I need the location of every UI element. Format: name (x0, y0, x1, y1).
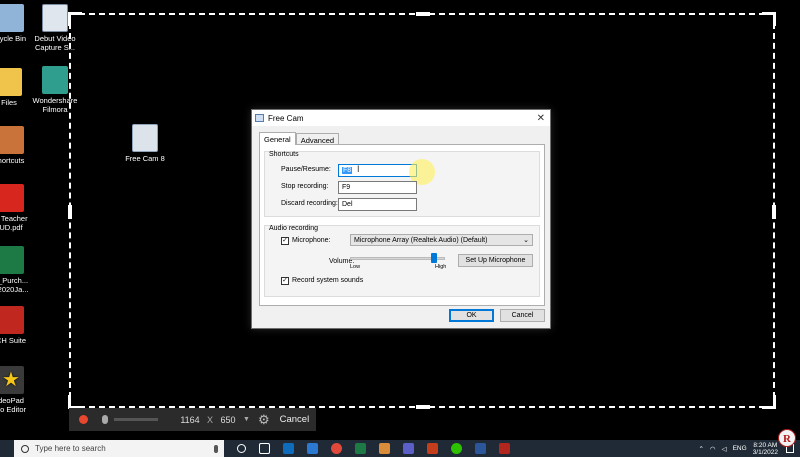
taskbar: Type here to search ⌃ ◠ ◁ ENG 8:20 AM 3/… (0, 440, 800, 457)
clock-date: 3/1/2022 (752, 448, 778, 456)
excel-icon[interactable] (355, 443, 366, 454)
wifi-icon[interactable]: ◠ (710, 445, 716, 453)
desktop-icon-ch-suite[interactable]: CH Suite (0, 306, 42, 345)
taskbar-search-box[interactable]: Type here to search (14, 440, 224, 457)
search-placeholder: Type here to search (35, 444, 106, 453)
desktop-icon-label: a_Purch... (0, 276, 29, 285)
excel-icon (0, 246, 24, 274)
taskbar-clock[interactable]: 8:20 AM 3/1/2022 (753, 442, 778, 456)
microphone-icon[interactable] (102, 415, 108, 424)
chrome-icon[interactable] (331, 443, 342, 454)
pdf-icon (0, 184, 24, 212)
cancel-recording-button[interactable]: Cancel (280, 414, 310, 425)
filmora-icon (42, 66, 68, 94)
shortcuts-group: Shortcuts Pause/Resume: F8 I Stop record… (264, 151, 540, 217)
resize-handle-bottom[interactable] (416, 405, 430, 409)
resize-corner-bottom-left[interactable] (68, 395, 82, 409)
microphone-device-value: Microphone Array (Realtek Audio) (Defaul… (354, 237, 488, 244)
record-system-sounds-label: Record system sounds (292, 277, 364, 284)
stop-recording-label: Stop recording: (281, 183, 329, 190)
text-cursor-icon: I (357, 164, 360, 174)
gear-icon[interactable]: ⚙ (258, 412, 270, 428)
outlook-icon[interactable] (283, 443, 294, 454)
desktop-icon-label: UD.pdf (0, 223, 23, 232)
discard-recording-hotkey-field[interactable]: Del (338, 198, 417, 211)
debut-video-icon (42, 4, 68, 32)
powerpoint-icon[interactable] (427, 443, 438, 454)
word-icon[interactable] (475, 443, 486, 454)
set-up-microphone-button[interactable]: Set Up Microphone (458, 254, 533, 267)
shortcuts-folder-icon (0, 126, 24, 154)
recycle-bin-icon (0, 4, 24, 32)
dialog-titlebar[interactable]: Free Cam ✕ (252, 110, 550, 126)
folder-icon (0, 68, 22, 96)
resize-corner-top-right[interactable] (762, 12, 776, 26)
desktop-icon-teacher-pdf[interactable]: A Teacher UD.pdf (0, 184, 42, 232)
microphone-label: Microphone: (292, 237, 331, 244)
volume-slider-thumb[interactable] (430, 253, 437, 263)
ok-button[interactable]: OK (449, 309, 494, 322)
tab-general[interactable]: General (259, 132, 296, 145)
resize-handle-right[interactable] (772, 205, 776, 219)
wechat-icon[interactable] (451, 443, 462, 454)
desktop-icon-shortcuts[interactable]: hortcuts (0, 126, 42, 165)
ch-suite-icon (0, 306, 24, 334)
resize-handle-left[interactable] (68, 205, 72, 219)
volume-icon[interactable]: ◁ (722, 445, 727, 453)
teams-icon[interactable] (403, 443, 414, 454)
resize-handle-top[interactable] (416, 12, 430, 16)
cancel-button[interactable]: Cancel (500, 309, 545, 322)
audio-recording-group: Audio recording ✓ Microphone: Microphone… (264, 225, 540, 297)
volume-low-label: Low (350, 264, 361, 270)
desktop-icon-label: _2020Ja... (0, 285, 29, 294)
paint-icon[interactable] (379, 443, 390, 454)
microphone-icon[interactable] (214, 444, 218, 453)
task-view-icon[interactable] (259, 443, 270, 454)
chevron-down-icon[interactable]: ▼ (243, 416, 250, 423)
region-width-value[interactable]: 1164 (176, 415, 204, 425)
recorder-toolbar: 1164 X 650 ▼ ⚙ Cancel (69, 408, 316, 431)
general-tab-panel: Shortcuts Pause/Resume: F8 I Stop record… (259, 144, 545, 306)
chevron-up-icon[interactable]: ⌃ (698, 445, 703, 453)
record-system-sounds-checkbox[interactable]: ✓ (281, 277, 289, 285)
star-icon: ★ (0, 366, 24, 394)
cortana-icon[interactable] (237, 444, 246, 453)
desktop-icon-label: CH Suite (0, 336, 26, 345)
pause-resume-hotkey-field[interactable]: F8 I (338, 159, 435, 185)
desktop-icon-label: deoPad (0, 396, 24, 405)
resize-corner-top-left[interactable] (68, 12, 82, 26)
dimension-separator: X (207, 414, 214, 425)
clock-time: 8:20 AM (753, 441, 778, 449)
desktop-icon-purchase-xlsx[interactable]: a_Purch... _2020Ja... (0, 246, 42, 294)
watermark-logo: R (778, 429, 796, 447)
desktop-icon-label: eo Editor (0, 405, 27, 414)
microphone-checkbox[interactable]: ✓ (281, 237, 289, 245)
free-cam-dialog: Free Cam ✕ General Advanced Shortcuts Pa… (251, 109, 551, 329)
dialog-title: Free Cam (268, 113, 304, 123)
discard-recording-label: Discard recording: (281, 200, 338, 207)
volume-meter (114, 418, 158, 421)
desktop-icon-videopad[interactable]: ★ deoPad eo Editor (0, 366, 42, 414)
search-icon (21, 444, 29, 453)
microphone-device-select[interactable]: Microphone Array (Realtek Audio) (Defaul… (350, 234, 533, 246)
region-height-value[interactable]: 650 (217, 415, 239, 425)
record-button[interactable] (79, 415, 88, 424)
close-icon[interactable]: ✕ (537, 113, 545, 124)
shortcuts-group-label: Shortcuts (269, 151, 299, 158)
resize-corner-bottom-right[interactable] (762, 395, 776, 409)
chevron-down-icon: ⌄ (523, 237, 529, 244)
pause-resume-label: Pause/Resume: (281, 166, 331, 173)
desktop-icon-label: hortcuts (0, 156, 25, 165)
volume-high-label: High (435, 264, 447, 270)
free-cam-app-icon (255, 114, 264, 122)
calendar-icon[interactable] (307, 443, 318, 454)
pause-resume-value: F8 (342, 167, 353, 174)
audio-group-label: Audio recording (269, 225, 319, 232)
stop-recording-hotkey-field[interactable]: F9 (338, 181, 417, 194)
app-icon[interactable] (499, 443, 510, 454)
language-indicator[interactable]: ENG (733, 445, 747, 452)
desktop-icon-label: A Teacher (0, 214, 28, 223)
